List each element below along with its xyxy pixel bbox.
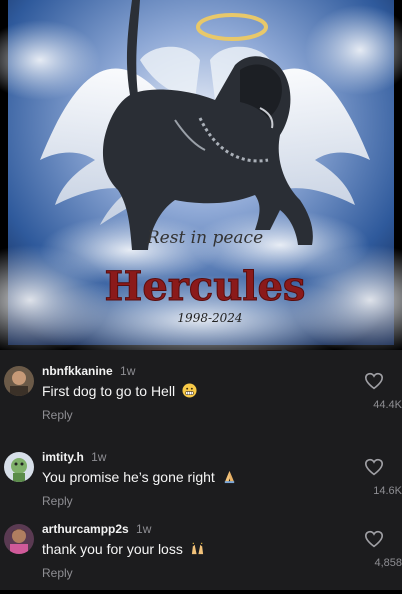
comment-text-row: First dog to go to Hell bbox=[42, 382, 362, 400]
reply-button[interactable]: Reply bbox=[42, 408, 362, 422]
name-text: Hercules bbox=[105, 263, 306, 310]
folded-hands-icon bbox=[224, 470, 234, 484]
comment-text: thank you for your loss bbox=[42, 541, 183, 557]
like-control[interactable]: 44.4K bbox=[356, 372, 402, 422]
avatar[interactable] bbox=[4, 524, 34, 554]
heart-icon[interactable] bbox=[364, 530, 384, 548]
comment-text-row: You promise he’s gone right bbox=[42, 468, 362, 486]
comment-text: You promise he’s gone right bbox=[42, 469, 215, 485]
comment-item: nbnfkkanine 1w First dog to go to Hell R… bbox=[0, 358, 402, 436]
post-image[interactable]: Rest in peace Hercules 1998-2024 bbox=[0, 0, 402, 350]
avatar[interactable] bbox=[4, 452, 34, 482]
comment-time: 1w bbox=[91, 450, 107, 464]
comment-time: 1w bbox=[120, 364, 136, 378]
heart-icon[interactable] bbox=[364, 372, 384, 390]
reply-button[interactable]: Reply bbox=[42, 566, 362, 580]
like-count: 4,858 bbox=[374, 557, 402, 569]
like-control[interactable]: 4,858 bbox=[356, 530, 402, 580]
avatar[interactable] bbox=[4, 366, 34, 396]
heart-icon[interactable] bbox=[364, 458, 384, 476]
comments-section: nbnfkkanine 1w First dog to go to Hell R… bbox=[0, 350, 402, 590]
comment-text-row: thank you for your loss bbox=[42, 540, 362, 558]
like-control[interactable]: 14.6K bbox=[356, 458, 402, 508]
comment-username[interactable]: nbnfkkanine bbox=[42, 364, 113, 378]
comment-item: arthurcampp2s 1w thank you for your loss… bbox=[0, 516, 402, 594]
comment-username[interactable]: arthurcampp2s bbox=[42, 522, 129, 536]
headline-text: Rest in peace bbox=[146, 228, 263, 248]
comment-item: imtity.h 1w You promise he’s gone right … bbox=[0, 444, 402, 522]
like-count: 44.4K bbox=[373, 399, 402, 411]
dates-text: 1998-2024 bbox=[177, 311, 242, 325]
like-count: 14.6K bbox=[373, 485, 402, 497]
memorial-artwork: Rest in peace Hercules 1998-2024 bbox=[0, 0, 402, 350]
grimacing-face-icon bbox=[182, 383, 197, 398]
comment-time: 1w bbox=[136, 522, 152, 536]
reply-button[interactable]: Reply bbox=[42, 494, 362, 508]
comment-username[interactable]: imtity.h bbox=[42, 450, 84, 464]
comment-text: First dog to go to Hell bbox=[42, 383, 176, 399]
raised-hands-icon bbox=[191, 542, 203, 555]
